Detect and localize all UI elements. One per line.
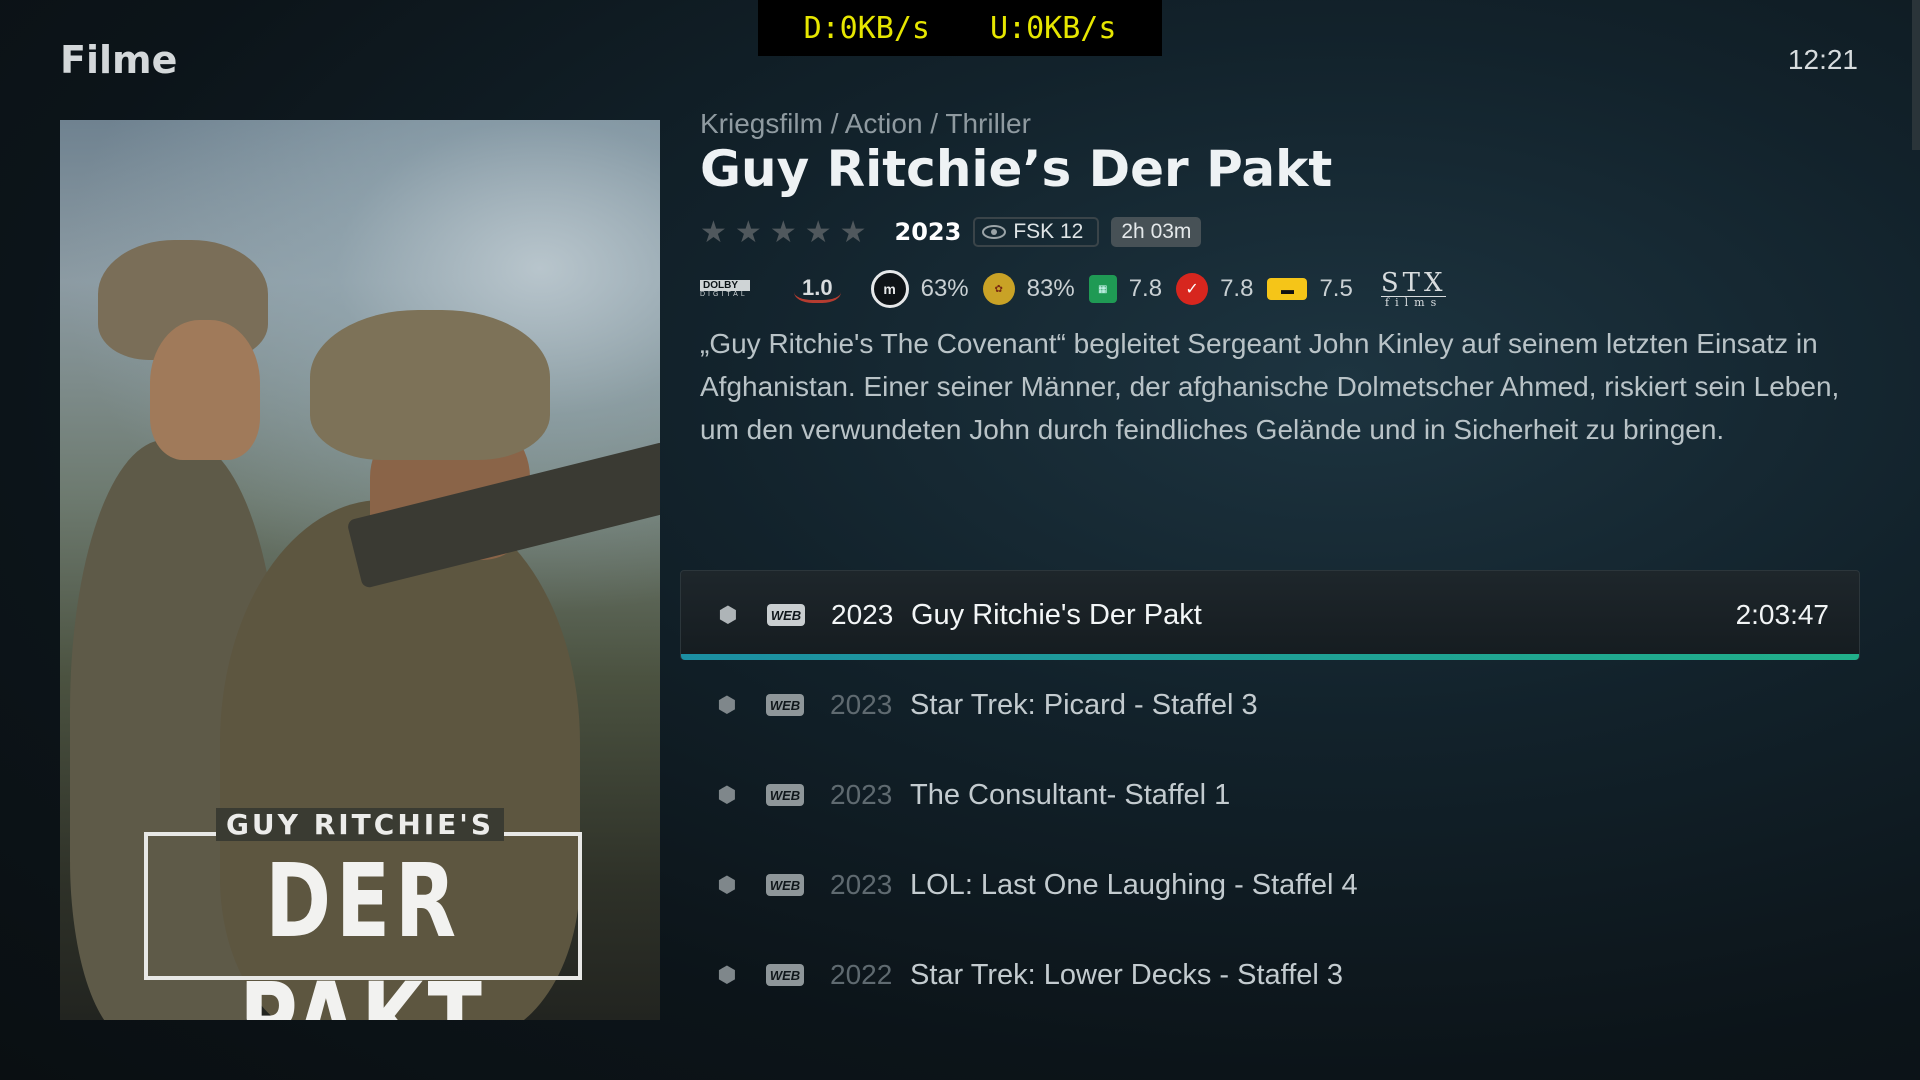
fresh-tomato-icon: ✿ (982, 273, 1015, 305)
tmdb-score: 7.8 (1128, 275, 1163, 302)
fsk-badge: FSK 12 (973, 217, 1100, 247)
list-item[interactable]: ⬢ WEB 2023 Star Trek: Picard - Staffel 3 (680, 660, 1860, 750)
tmdb-icon: ▦ (1088, 275, 1117, 303)
studio-logo: STX films (1380, 268, 1447, 309)
network-speed-overlay: D:0KB/s U:0KB/s (758, 0, 1162, 56)
trakt-icon: ✓ (1176, 273, 1209, 305)
audio-channels: 1.0 (794, 275, 841, 303)
rotten-tomatoes-score: 83% (1026, 275, 1075, 302)
list-item-year: 2023 (831, 599, 894, 630)
poster-title-line2: DER PAKT (239, 842, 482, 1020)
list-item[interactable]: ⬢ WEB 2022 Star Trek: Lower Decks - Staf… (680, 930, 1860, 1020)
ratings-row: DOLBY DIGITAL 1.0 m 63% ✿ 83% ▦ 7.8 ✓ 7.… (700, 266, 1447, 312)
fsk-label: FSK 12 (1013, 220, 1084, 243)
movie-year: 2023 (894, 218, 962, 246)
movie-poster[interactable]: GUY RITCHIE'S DER PAKT (60, 120, 660, 1020)
web-badge: WEB (766, 694, 804, 716)
list-item-title: Guy Ritchie's Der Pakt (911, 598, 1202, 631)
list-item-year: 2023 (830, 779, 893, 810)
box-icon: ⬢ (717, 782, 737, 807)
media-list: ⬢ WEB 2023 Guy Ritchie's Der Pakt 2:03:4… (680, 570, 1860, 1020)
poster-figure (310, 310, 550, 460)
list-item-title: LOL: Last One Laughing - Staffel 4 (910, 868, 1358, 901)
star-icon: ★ (839, 215, 867, 249)
list-item-title: Star Trek: Picard - Staffel 3 (910, 688, 1258, 721)
upload-speed: U:0KB/s (990, 10, 1117, 46)
plot-text: „Guy Ritchie's The Covenant“ begleitet S… (700, 328, 1840, 445)
star-rating: ★ ★ ★ ★ ★ (700, 215, 867, 250)
star-icon: ★ (734, 215, 762, 249)
duration-badge: 2h 03m (1111, 217, 1202, 247)
metacritic-score: 63% (920, 275, 969, 302)
list-item-title: Star Trek: Lower Decks - Staffel 3 (910, 958, 1344, 991)
list-item-title: The Consultant- Staffel 1 (910, 778, 1231, 811)
list-item[interactable]: ⬢ WEB 2023 The Consultant- Staffel 1 (680, 750, 1860, 840)
web-badge: WEB (766, 964, 804, 986)
download-speed: D:0KB/s (803, 10, 930, 46)
clock: 12:21 (1787, 44, 1858, 75)
poster-figure (150, 320, 260, 460)
meta-row: ★ ★ ★ ★ ★ 2023 FSK 12 2h 03m (700, 214, 1202, 250)
poster-title-line1: GUY RITCHIE'S (60, 808, 660, 841)
page-title: Filme (60, 38, 178, 82)
box-icon: ⬢ (718, 602, 738, 627)
list-item-year: 2023 (830, 689, 893, 720)
list-item-year: 2022 (830, 959, 893, 990)
imdb-icon: ▬ (1267, 278, 1308, 300)
imdb-score: 7.5 (1319, 275, 1353, 302)
list-item-year: 2023 (830, 869, 893, 900)
box-icon: ⬢ (717, 962, 737, 987)
web-badge: WEB (766, 784, 804, 806)
star-icon: ★ (700, 215, 727, 249)
web-badge: WEB (766, 874, 804, 896)
list-item[interactable]: ⬢ WEB 2023 Guy Ritchie's Der Pakt 2:03:4… (680, 570, 1860, 660)
eye-icon (982, 225, 1007, 239)
box-icon: ⬢ (717, 872, 737, 897)
star-icon: ★ (804, 215, 832, 249)
trakt-score: 7.8 (1220, 275, 1254, 302)
genres: Kriegsfilm / Action / Thriller (700, 108, 1031, 139)
movie-title: Guy Ritchie’s Der Pakt (700, 140, 1333, 198)
dolby-digital-icon: DOLBY DIGITAL (700, 276, 754, 302)
star-icon: ★ (769, 215, 797, 249)
box-icon: ⬢ (717, 692, 737, 717)
list-item[interactable]: ⬢ WEB 2023 LOL: Last One Laughing - Staf… (680, 840, 1860, 930)
web-badge: WEB (767, 604, 805, 626)
metacritic-icon: m (870, 270, 909, 308)
list-item-duration: 2:03:47 (1735, 599, 1829, 630)
scrollbar[interactable] (1912, 0, 1920, 150)
